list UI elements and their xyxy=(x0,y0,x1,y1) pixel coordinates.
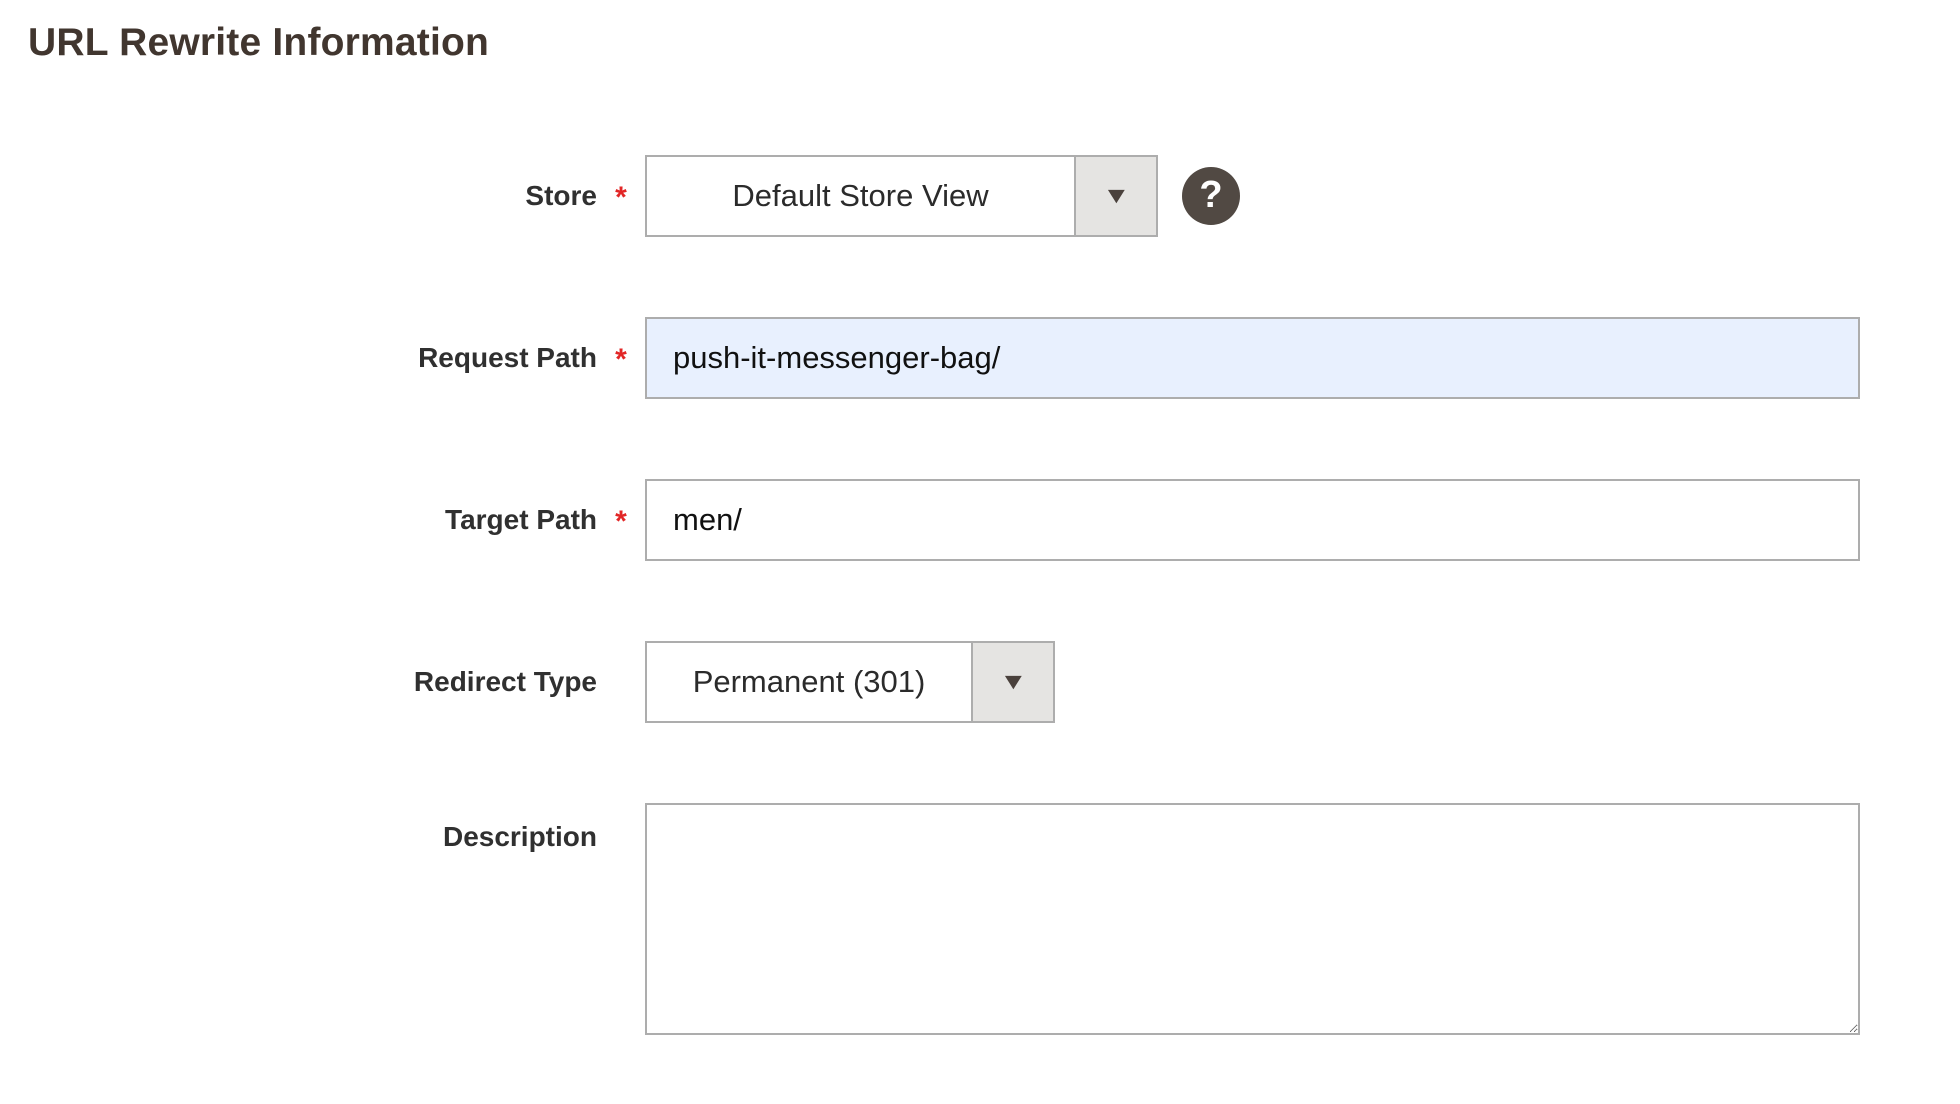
request-path-label: Request Path xyxy=(418,342,597,374)
form-row-target-path: Target Path * xyxy=(0,479,1960,561)
form-row-redirect-type: Redirect Type Permanent (301) ▼ xyxy=(0,641,1960,723)
description-label-cell: Description xyxy=(0,803,645,853)
request-path-label-cell: Request Path * xyxy=(0,341,645,375)
request-path-control-cell xyxy=(645,317,1860,399)
request-path-required-asterisk: * xyxy=(597,343,645,377)
description-control-cell xyxy=(645,803,1860,1035)
chevron-down-icon: ▼ xyxy=(999,670,1027,693)
store-control-cell: Default Store View ▼ ? xyxy=(645,155,1240,237)
help-icon[interactable]: ? xyxy=(1182,167,1240,225)
redirect-type-label: Redirect Type xyxy=(414,666,597,698)
form-row-request-path: Request Path * xyxy=(0,317,1960,399)
redirect-type-select[interactable]: Permanent (301) ▼ xyxy=(645,641,1055,723)
form-row-description: Description xyxy=(0,803,1960,1035)
store-label-cell: Store * xyxy=(0,179,645,213)
redirect-type-select-arrow-button[interactable]: ▼ xyxy=(971,643,1053,721)
target-path-input[interactable] xyxy=(645,479,1860,561)
store-select[interactable]: Default Store View ▼ xyxy=(645,155,1158,237)
url-rewrite-form: Store * Default Store View ▼ ? Request P… xyxy=(0,155,1960,1035)
target-path-label: Target Path xyxy=(445,504,597,536)
page-title: URL Rewrite Information xyxy=(28,20,1960,67)
description-textarea[interactable] xyxy=(645,803,1860,1035)
form-row-store: Store * Default Store View ▼ ? xyxy=(0,155,1960,237)
store-select-arrow-button[interactable]: ▼ xyxy=(1074,157,1156,235)
target-path-label-cell: Target Path * xyxy=(0,503,645,537)
store-label: Store xyxy=(525,180,597,212)
request-path-input[interactable] xyxy=(645,317,1860,399)
description-label: Description xyxy=(443,821,597,853)
target-path-control-cell xyxy=(645,479,1860,561)
redirect-type-label-cell: Redirect Type xyxy=(0,666,645,698)
chevron-down-icon: ▼ xyxy=(1102,184,1130,207)
redirect-type-control-cell: Permanent (301) ▼ xyxy=(645,641,1055,723)
redirect-type-select-value: Permanent (301) xyxy=(647,643,971,721)
target-path-required-asterisk: * xyxy=(597,505,645,539)
store-required-asterisk: * xyxy=(597,181,645,215)
store-select-value: Default Store View xyxy=(647,157,1074,235)
